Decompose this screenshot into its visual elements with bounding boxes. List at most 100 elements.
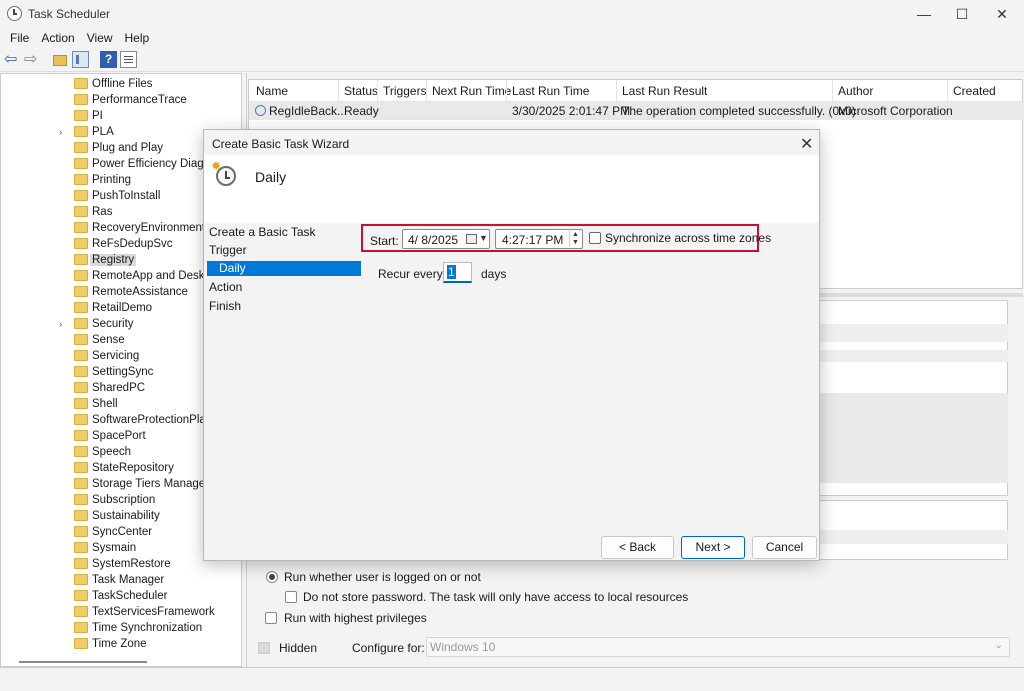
tree-item-label: Registry — [90, 254, 137, 266]
hidden-label: Hidden — [279, 641, 318, 655]
maximize-button[interactable]: ☐ — [942, 0, 982, 28]
close-button[interactable]: ✕ — [982, 0, 1022, 28]
tree-item-label: Sustainability — [92, 510, 160, 522]
tree-item[interactable]: TaskScheduler — [1, 588, 241, 604]
column-status[interactable]: Status — [344, 84, 378, 98]
tree-item-label: Sense — [92, 334, 125, 346]
tree-item[interactable]: TextServicesFramework — [1, 604, 241, 620]
folder-icon — [74, 526, 88, 537]
do-not-store-password-checkbox[interactable] — [285, 591, 297, 603]
cancel-button[interactable]: Cancel — [752, 536, 817, 559]
folder-icon — [74, 478, 88, 489]
run-whether-logged-on-radio[interactable] — [266, 571, 278, 583]
minimize-button[interactable]: — — [904, 0, 944, 28]
folder-icon — [74, 334, 88, 345]
time-spinner[interactable]: ▲ ▼ — [569, 231, 581, 247]
folder-icon — [74, 414, 88, 425]
tree-item-label: SystemRestore — [92, 558, 171, 570]
column-next-run-time[interactable]: Next Run Time — [432, 84, 511, 98]
dialog-heading: Daily — [255, 169, 287, 185]
folder-icon — [74, 142, 88, 153]
window-title: Task Scheduler — [28, 7, 111, 21]
step-daily[interactable]: Daily — [207, 261, 361, 276]
step-create-basic-task[interactable]: Create a Basic Task — [209, 225, 316, 239]
date-dropdown-icon[interactable]: ▼ — [479, 233, 488, 243]
cell-last-run: 3/30/2025 2:01:47 PM — [512, 104, 631, 118]
menu-view[interactable]: View — [81, 31, 119, 45]
tree-item-label: Ras — [92, 206, 113, 218]
menu-help[interactable]: Help — [119, 31, 156, 45]
back-button[interactable]: < Back — [601, 536, 674, 559]
column-last-run-time[interactable]: Last Run Time — [512, 84, 589, 98]
tree-item[interactable]: PerformanceTrace — [1, 92, 241, 108]
tree-item[interactable]: Offline Files — [1, 76, 241, 92]
folder-icon — [74, 382, 88, 393]
task-clock-icon — [255, 105, 266, 116]
calendar-icon[interactable] — [466, 234, 477, 244]
tree-item[interactable]: Time Synchronization — [1, 620, 241, 636]
tree-item[interactable]: Time Zone — [1, 636, 241, 652]
cell-status: Ready — [344, 104, 379, 118]
cell-author: Microsoft Corporation — [838, 104, 953, 118]
sync-time-zones-checkbox[interactable] — [589, 232, 601, 244]
properties-icon[interactable] — [120, 51, 137, 68]
column-triggers[interactable]: Triggers — [383, 84, 427, 98]
configure-for-label: Configure for: — [352, 641, 425, 655]
dialog-close-button[interactable]: ✕ — [800, 134, 813, 154]
tree-item-label: RecoveryEnvironment — [92, 222, 206, 234]
next-button[interactable]: Next > — [681, 536, 745, 559]
folder-icon — [74, 270, 88, 281]
folder-icon — [74, 286, 88, 297]
step-finish[interactable]: Finish — [209, 299, 241, 313]
details-tabs — [820, 324, 1008, 342]
recur-every-value: 1 — [447, 265, 456, 279]
step-action[interactable]: Action — [209, 280, 242, 294]
folder-icon — [74, 318, 88, 329]
tree-item-label: Shell — [92, 398, 118, 410]
chevron-down-icon: ⌄ — [994, 640, 1003, 651]
tree-horizontal-scrollbar[interactable] — [19, 661, 147, 663]
expand-chevron-icon[interactable]: › — [59, 319, 62, 330]
tree-item-label: PushToInstall — [92, 190, 161, 202]
start-time-picker[interactable]: 4:27:17 PM ▲ ▼ — [495, 229, 583, 249]
highest-privileges-checkbox[interactable] — [265, 612, 277, 624]
expand-chevron-icon[interactable]: › — [59, 127, 62, 138]
configure-for-select[interactable]: Windows 10 ⌄ — [426, 637, 1010, 657]
days-label: days — [481, 267, 507, 281]
do-not-store-password-label: Do not store password. The task will onl… — [303, 590, 689, 604]
table-row[interactable]: RegIdleBack... Ready 3/30/2025 2:01:47 P… — [249, 102, 1024, 120]
spin-down-icon[interactable]: ▼ — [572, 239, 579, 246]
recur-every-input[interactable]: 1 — [443, 262, 472, 283]
title-bar: Task Scheduler — ☐ ✕ — [0, 0, 1024, 28]
folder-icon — [74, 206, 88, 217]
start-date-picker[interactable]: 4/ 8/2025 ▼ — [402, 229, 490, 249]
folder-icon — [74, 110, 88, 121]
forward-arrow-icon[interactable]: ⇨ — [24, 51, 41, 68]
start-date-value: 4/ 8/2025 — [408, 233, 459, 247]
menu-action[interactable]: Action — [35, 31, 80, 45]
column-author[interactable]: Author — [838, 84, 873, 98]
help-icon[interactable]: ? — [100, 51, 117, 68]
task-scheduler-icon — [7, 6, 22, 21]
recur-every-label: Recur every: — [378, 267, 447, 281]
spin-up-icon[interactable]: ▲ — [572, 231, 579, 238]
up-folder-icon[interactable] — [52, 51, 69, 68]
cell-result: The operation completed successfully. (0… — [622, 104, 856, 118]
tree-item-label: Subscription — [92, 494, 156, 506]
folder-icon — [74, 494, 88, 505]
show-hide-console-tree-icon[interactable] — [72, 51, 89, 68]
menu-file[interactable]: File — [4, 31, 35, 45]
folder-icon — [74, 606, 88, 617]
step-trigger[interactable]: Trigger — [209, 243, 247, 257]
hidden-checkbox[interactable] — [258, 642, 270, 654]
start-time-value: 4:27:17 PM — [502, 233, 564, 247]
folder-icon — [74, 158, 88, 169]
column-created[interactable]: Created — [953, 84, 996, 98]
column-last-run-result[interactable]: Last Run Result — [622, 84, 707, 98]
tree-item-label: PI — [92, 110, 103, 122]
tree-item[interactable]: Task Manager — [1, 572, 241, 588]
column-name[interactable]: Name — [256, 84, 288, 98]
back-arrow-icon[interactable]: ⇦ — [4, 51, 21, 68]
tree-item[interactable]: PI — [1, 108, 241, 124]
sync-time-zones-label: Synchronize across time zones — [605, 231, 772, 245]
